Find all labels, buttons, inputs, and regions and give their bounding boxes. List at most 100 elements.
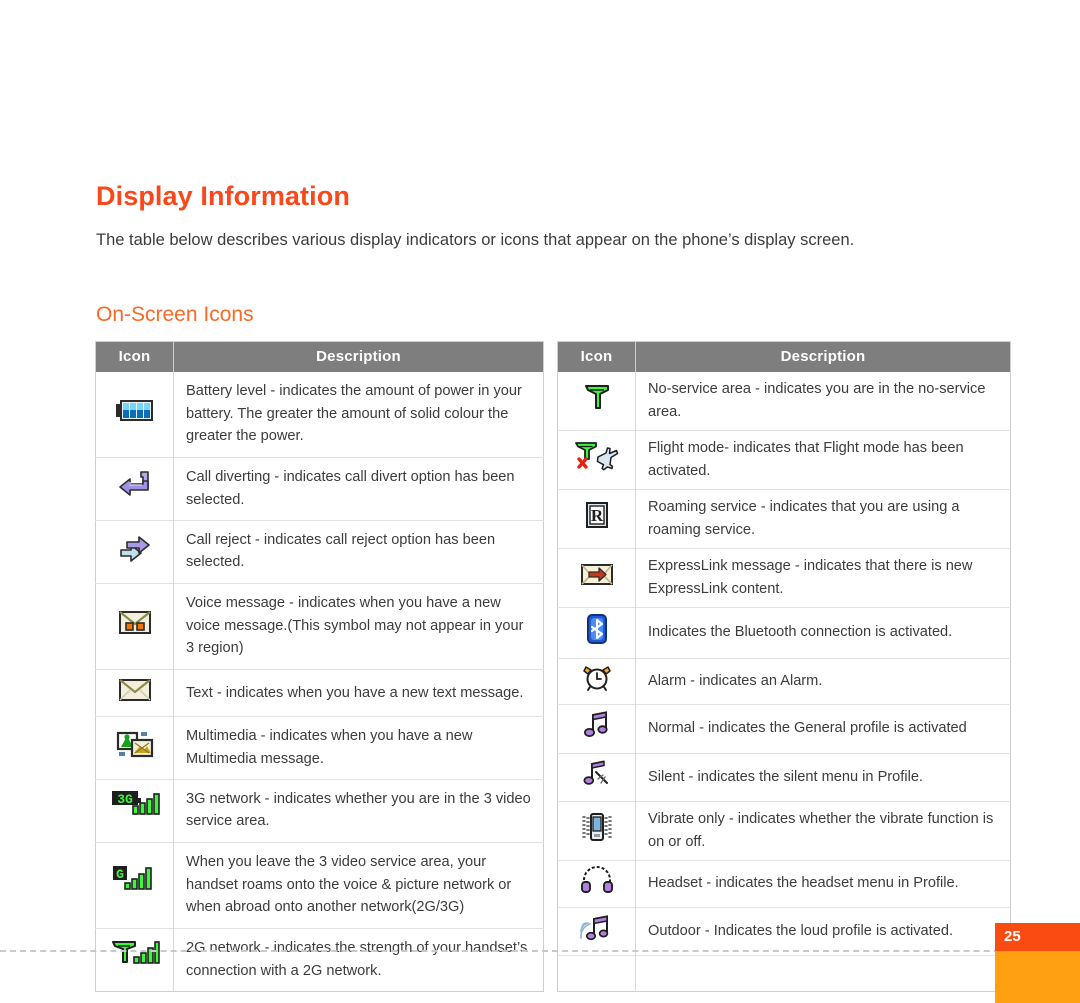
table-row: R Roaming service - indicates that you a… — [557, 489, 1011, 549]
footer-dashed-divider — [0, 950, 1080, 952]
table-row: Voice message - indicates when you have … — [95, 582, 544, 670]
page-number-tab: 25 — [995, 923, 1080, 1003]
description-cell: Call diverting - indicates call divert o… — [173, 457, 544, 521]
section-subtitle: On-Screen Icons — [96, 303, 254, 326]
icon-cell — [557, 430, 636, 490]
no-service-icon — [582, 382, 612, 412]
table-row: ExpressLink message - indicates that the… — [557, 548, 1011, 608]
svg-text:3G: 3G — [117, 792, 133, 807]
table-header-row: Icon Description — [95, 341, 544, 372]
icon-cell — [557, 752, 636, 802]
icon-tables-container: Icon Description Battery level - indicat… — [95, 341, 1011, 992]
table-row: Text - indicates when you have a new tex… — [95, 669, 544, 717]
page-title: Display Information — [96, 181, 350, 211]
description-cell: Normal - indicates the General profile i… — [635, 704, 1011, 753]
description-cell: Text - indicates when you have a new tex… — [173, 669, 544, 717]
table-row: 2G network - indicates the strength of y… — [95, 928, 544, 992]
icon-cell: R — [557, 489, 636, 549]
description-cell: ExpressLink message - indicates that the… — [635, 548, 1011, 608]
table-row: Battery level - indicates the amount of … — [95, 372, 544, 458]
description-cell: Roaming service - indicates that you are… — [635, 489, 1011, 549]
3g-network-icon: 3G — [110, 789, 160, 825]
normal-profile-icon — [582, 710, 612, 740]
outdoor-profile-icon — [579, 913, 615, 943]
column-header-description: Description — [635, 341, 1011, 372]
intro-paragraph: The table below describes various displa… — [96, 231, 855, 249]
description-cell: Alarm - indicates an Alarm. — [635, 657, 1011, 705]
flight-mode-icon — [574, 440, 620, 472]
headset-profile-icon — [580, 866, 614, 894]
table-row: Alarm - indicates an Alarm. — [557, 657, 1011, 705]
column-header-icon: Icon — [557, 341, 636, 372]
multimedia-message-icon — [115, 729, 155, 761]
icon-cell — [557, 906, 636, 956]
left-icon-table: Icon Description Battery level - indicat… — [95, 341, 544, 992]
icon-cell — [95, 928, 174, 992]
page-number: 25 — [1004, 928, 1021, 945]
page-tab-bottom-band — [995, 951, 1080, 1003]
icon-cell — [95, 457, 174, 521]
expresslink-message-icon — [579, 561, 615, 587]
description-cell: Outdoor - Indicates the loud profile is … — [635, 906, 1011, 956]
table-row: Flight mode- indicates that Flight mode … — [557, 430, 1011, 490]
silent-profile-icon — [582, 759, 612, 789]
description-cell: Battery level - indicates the amount of … — [186, 383, 522, 445]
document-page: Display Information The table below desc… — [0, 0, 1080, 1003]
svg-text:R: R — [590, 506, 603, 525]
icon-cell — [557, 704, 636, 753]
description-cell: Voice message - indicates when you have … — [173, 582, 544, 670]
table-header-row: Icon Description — [557, 341, 1011, 372]
description-cell: When you leave the 3 video service area,… — [173, 841, 544, 929]
table-row: Call diverting - indicates call divert o… — [95, 457, 544, 521]
svg-text:G: G — [116, 867, 124, 882]
icon-cell — [557, 801, 636, 861]
icon-cell — [557, 548, 636, 608]
description-cell: Vibrate only - indicates whether the vib… — [635, 801, 1011, 861]
icon-cell — [95, 372, 174, 458]
table-row: Call reject - indicates call reject opti… — [95, 520, 544, 584]
icon-cell — [557, 372, 636, 431]
description-cell: Call reject - indicates call reject opti… — [173, 520, 544, 584]
icon-cell — [557, 657, 636, 705]
battery-level-icon — [115, 398, 155, 424]
table-row: Outdoor - Indicates the loud profile is … — [557, 906, 1011, 956]
description-cell: 3G network - indicates whether you are i… — [173, 779, 544, 843]
description-cell: Flight mode- indicates that Flight mode … — [635, 430, 1011, 490]
table-row: 3G 3G network - indicates whether you ar… — [95, 779, 544, 843]
alarm-clock-icon — [582, 664, 612, 692]
right-icon-table: Icon Description No-service area - indic… — [557, 341, 1011, 992]
description-cell: Indicates the Bluetooth connection is ac… — [635, 607, 1011, 658]
table-filler-row — [557, 955, 1011, 992]
table-row: Indicates the Bluetooth connection is ac… — [557, 607, 1011, 658]
icon-cell: G — [95, 841, 174, 929]
vibrate-only-icon — [579, 811, 615, 843]
roaming-service-icon: R — [582, 499, 612, 531]
table-row: Vibrate only - indicates whether the vib… — [557, 801, 1011, 861]
icon-cell-empty — [557, 955, 636, 992]
table-row: Normal - indicates the General profile i… — [557, 704, 1011, 753]
description-cell: Multimedia - indicates when you have a n… — [173, 716, 544, 780]
description-cell: 2G network - indicates the strength of y… — [173, 928, 544, 992]
call-reject-icon — [116, 532, 154, 564]
2g-network-icon — [110, 938, 160, 974]
voice-message-icon — [117, 608, 153, 638]
table-row: G When you leave the 3 video service are… — [95, 841, 544, 929]
description-cell: Silent - indicates the silent menu in Pr… — [635, 752, 1011, 802]
column-header-description: Description — [173, 341, 544, 372]
description-cell: Headset - indicates the headset menu in … — [635, 860, 1011, 907]
description-cell: No-service area - indicates you are in t… — [648, 381, 986, 420]
table-row: Multimedia - indicates when you have a n… — [95, 716, 544, 780]
call-diverting-icon — [117, 469, 153, 503]
icon-cell — [95, 520, 174, 584]
icon-cell: 3G — [95, 779, 174, 843]
bluetooth-icon — [584, 613, 610, 645]
table-row: No-service area - indicates you are in t… — [557, 372, 1011, 431]
text-message-icon — [117, 677, 153, 703]
icon-cell — [557, 607, 636, 658]
column-header-icon: Icon — [95, 341, 174, 372]
table-row: Silent - indicates the silent menu in Pr… — [557, 752, 1011, 802]
table-row: Headset - indicates the headset menu in … — [557, 860, 1011, 907]
icon-cell — [95, 669, 174, 717]
gprs-network-icon: G — [111, 864, 159, 900]
icon-cell — [95, 582, 174, 670]
